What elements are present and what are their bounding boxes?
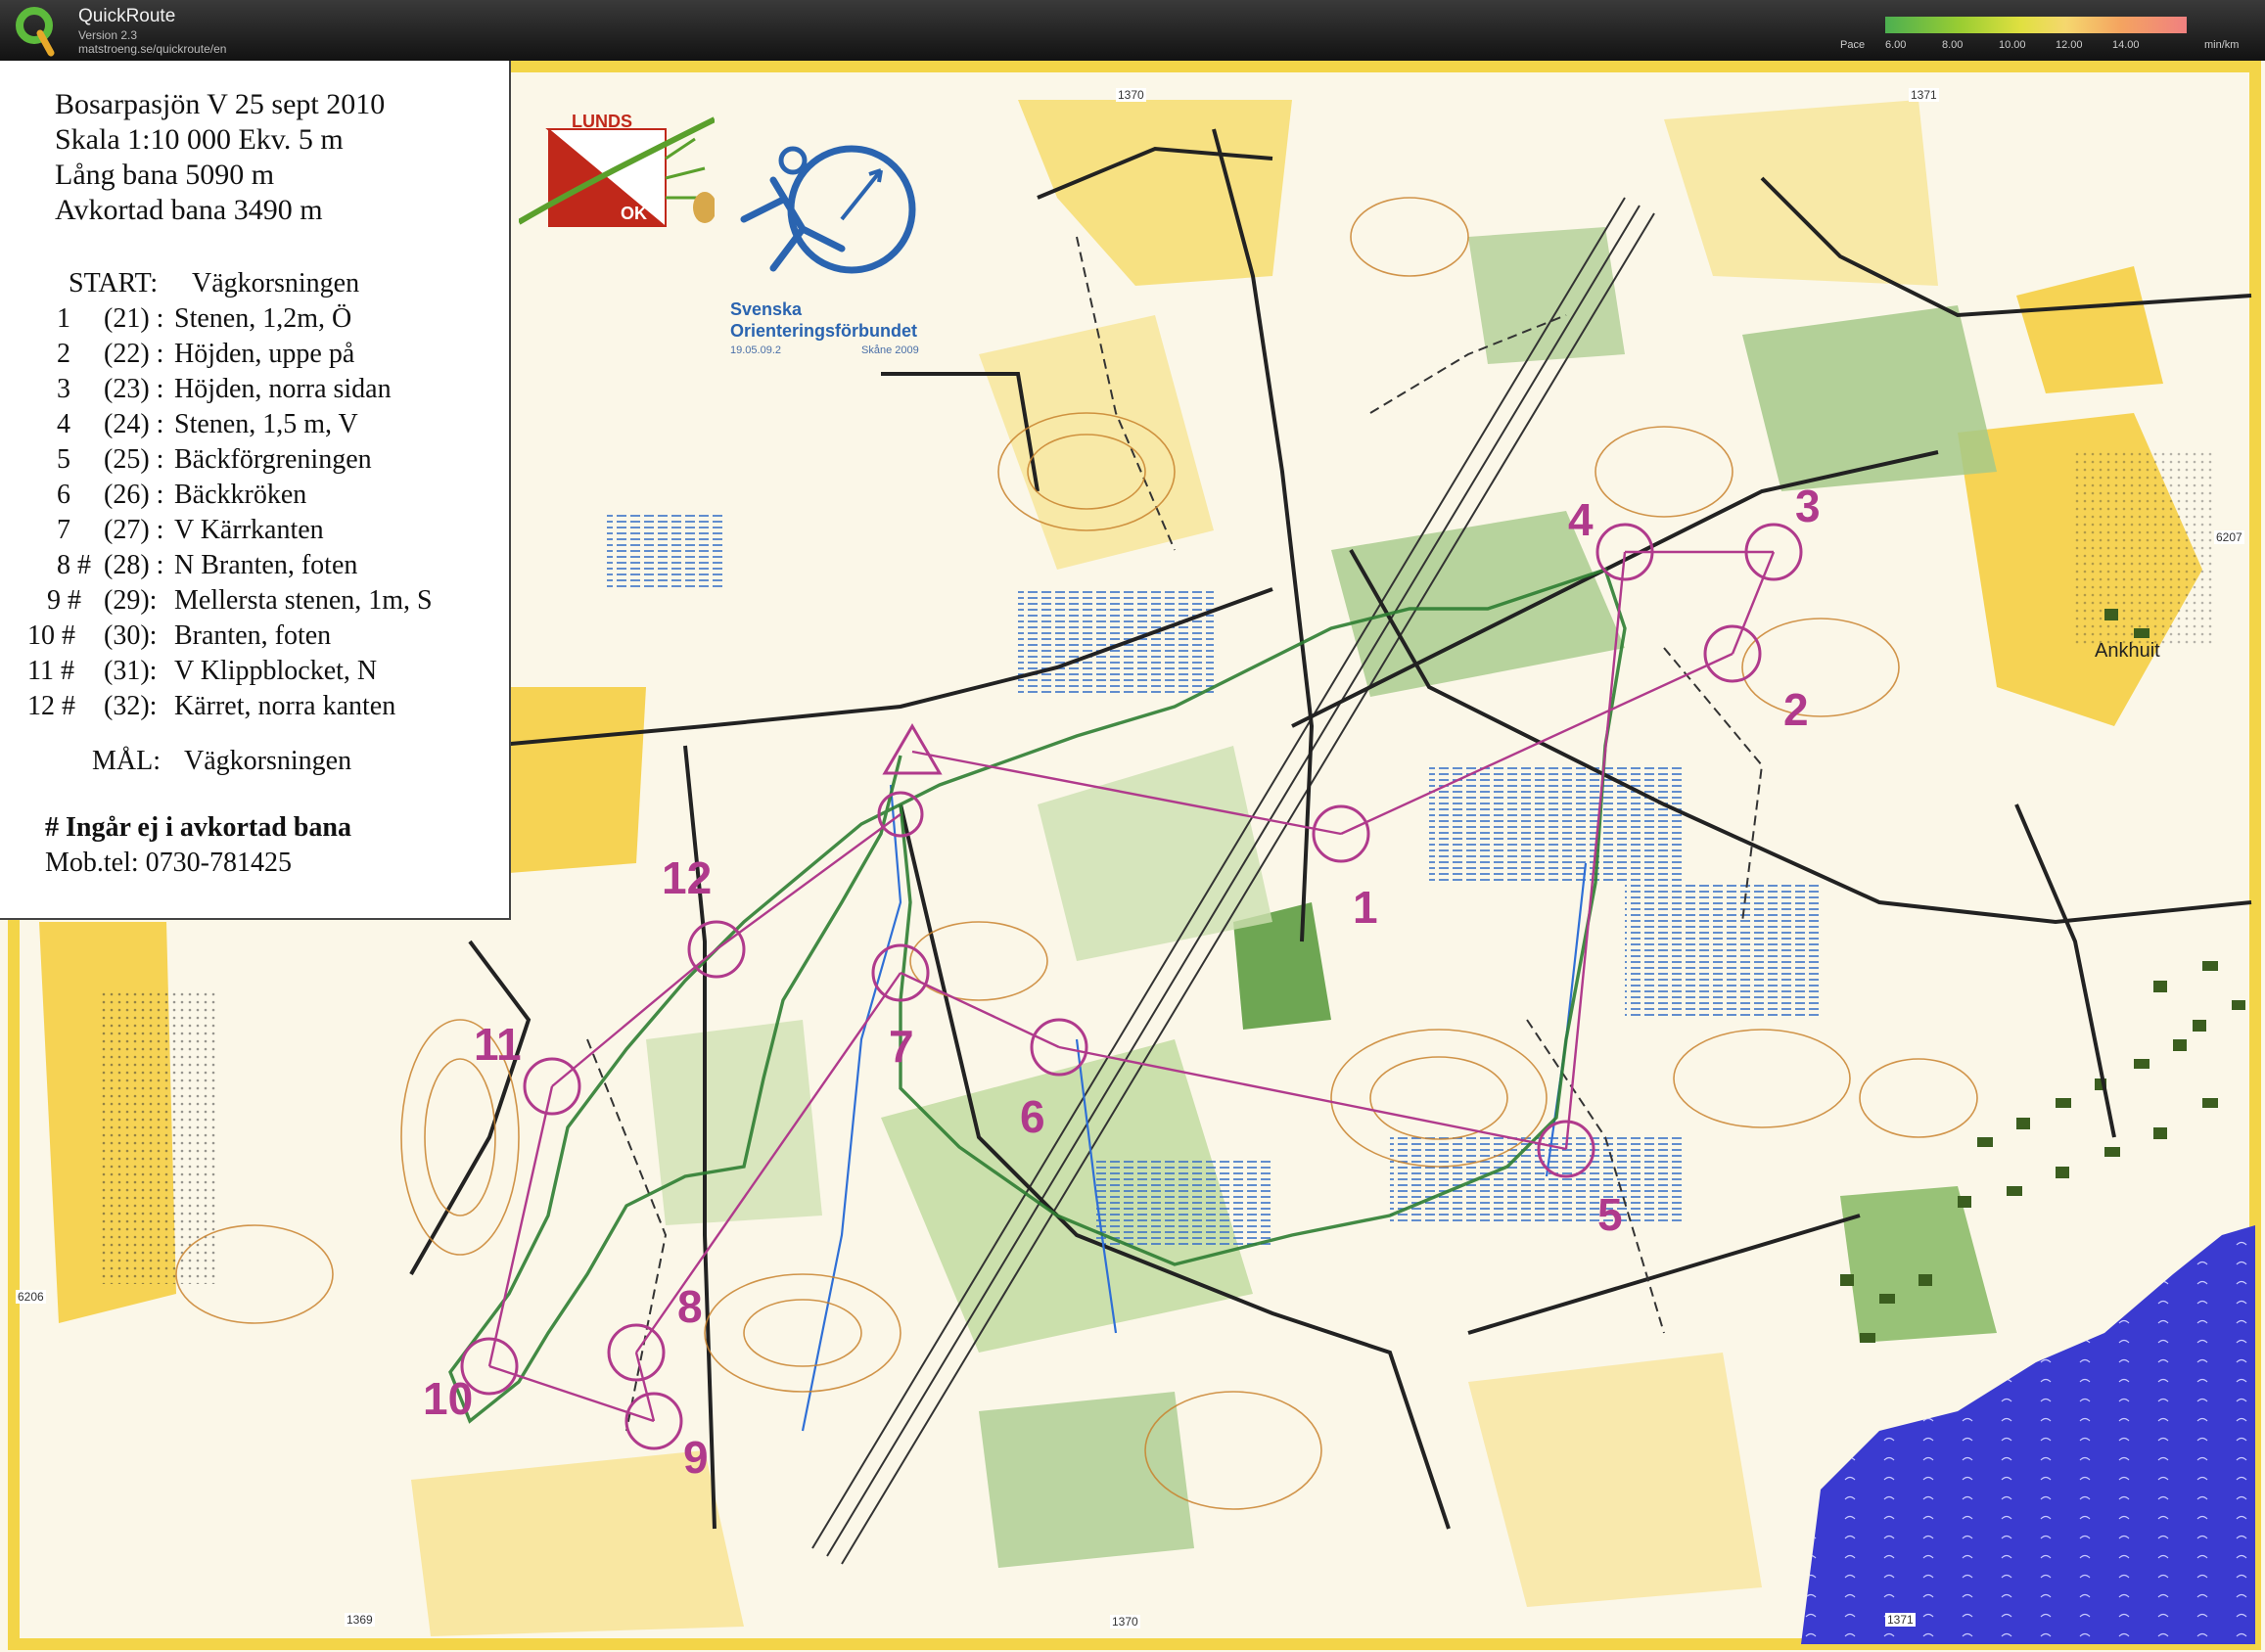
short-course-note: # Ingår ej i avkortad bana [45,812,351,843]
start-label: START: [69,268,159,298]
finish-description: Vägkorsningen [184,746,352,776]
control-code: (29): [104,585,158,616]
control-label-7: 7 [889,1021,914,1072]
start-description: Vägkorsningen [192,268,360,298]
control-label-1: 1 [1353,882,1378,933]
control-description: N Branten, foten [174,550,358,580]
vegetation [1742,305,1997,491]
control-label-2: 2 [1783,684,1809,735]
marsh [1096,1157,1272,1245]
pace-color-scale [1885,17,2187,33]
phone-number: Mob.tel: 0730-781425 [45,848,292,878]
control-description: Bäckförgreningen [174,444,372,475]
control-number: 1 [57,303,70,334]
control-code: (27) : [104,515,164,545]
federation-name-line1: Svenska [730,299,803,319]
federation-logo [740,145,916,274]
open-land [489,687,646,873]
control-number: 5 [57,444,70,475]
club-name-top: LUNDS [572,112,632,131]
vegetation [979,1392,1194,1568]
control-code: (31): [104,656,158,686]
marsh [1429,765,1684,883]
marsh [1625,883,1821,1020]
control-number: 12 # [27,691,75,721]
federation-event: Skåne 2009 [861,344,919,356]
federation-date: 19.05.09.2 [730,344,781,356]
long-course-length: Lång bana 5090 m [55,159,275,191]
control-number: 7 [57,515,70,545]
app-url[interactable]: matstroeng.se/quickroute/en [78,42,226,56]
control-code: (25) : [104,444,164,475]
control-label-8: 8 [677,1281,703,1332]
short-course-length: Avkortad bana 3490 m [55,194,323,226]
control-label-9: 9 [683,1432,709,1483]
pace-label: Pace [1840,39,1866,51]
app-version: Version 2.3 [78,28,138,42]
grid-number: 1370 [1110,1615,1140,1629]
control-number: 6 [57,480,70,510]
pace-legend: Pace 6.00 8.00 10.00 12.00 14.00 min/km [1840,39,2251,55]
course-scale: Skala 1:10 000 Ekv. 5 m [55,123,344,156]
control-label-11: 11 [474,1019,522,1070]
control-description: V Klippblocket, N [174,656,378,686]
grid-number: 6206 [16,1290,46,1304]
control-description: Kärret, norra kanten [174,691,396,721]
control-code: (28) : [104,550,164,580]
course-info-panel: Bosarpasjön V 25 sept 2010 Skala 1:10 00… [0,61,511,920]
control-number: 11 # [27,656,74,686]
control-description: Bäckkröken [174,480,307,510]
control-code: (26) : [104,480,164,510]
course-title: Bosarpasjön V 25 sept 2010 [55,88,386,120]
grid-number: 1371 [1885,1613,1916,1627]
pace-tick: 6.00 [1885,39,1907,51]
control-description: Höjden, norra sidan [174,374,392,404]
control-number: 10 # [27,620,75,651]
control-description: V Kärrkanten [174,515,324,545]
control-label-5: 5 [1597,1189,1623,1240]
control-number: 4 [57,409,70,439]
federation-name-line2: Orienteringsförbundet [730,321,918,341]
control-code: (32): [104,691,158,721]
pace-tick: 12.00 [2056,39,2083,51]
control-code: (30): [104,620,158,651]
pace-tick: 8.00 [1942,39,1964,51]
vegetation [1468,227,1625,364]
title-bar: QuickRoute Version 2.3 matstroeng.se/qui… [0,0,2265,61]
control-code: (22) : [104,339,164,369]
control-label-4: 4 [1568,494,1594,545]
control-number: 8 # [57,550,91,580]
control-description: Mellersta stenen, 1m, S [174,585,433,616]
control-label-3: 3 [1795,481,1821,531]
pace-tick: 10.00 [1999,39,2026,51]
finish-label: MÅL: [92,746,161,776]
grid-number: 1370 [1116,88,1146,102]
control-number: 2 [57,339,70,369]
control-label-6: 6 [1020,1091,1045,1142]
control-code: (21) : [104,303,164,334]
app-name: QuickRoute [78,6,176,26]
control-number: 3 [57,374,70,404]
marsh [1390,1137,1684,1225]
rough-open [2075,452,2212,648]
pace-unit: min/km [2204,39,2240,51]
grid-number: 1369 [345,1613,375,1627]
control-code: (23) : [104,374,164,404]
marsh [607,511,724,589]
control-number: 9 # [47,585,81,616]
place-name: Ankhuit [2095,640,2160,662]
grid-number: 6207 [2214,530,2244,544]
marsh [1018,589,1214,697]
control-description: Stenen, 1,5 m, V [174,409,358,439]
control-description: Stenen, 1,2m, Ö [174,303,352,334]
control-label-12: 12 [662,852,713,903]
control-label-10: 10 [423,1373,474,1424]
control-description: Branten, foten [174,620,332,651]
pace-tick: 14.00 [2112,39,2140,51]
quickroute-logo-icon [16,7,55,57]
grid-number: 1371 [1909,88,1939,102]
club-name-bottom: OK [621,204,647,223]
control-description: Höjden, uppe på [174,339,355,369]
control-code: (24) : [104,409,164,439]
